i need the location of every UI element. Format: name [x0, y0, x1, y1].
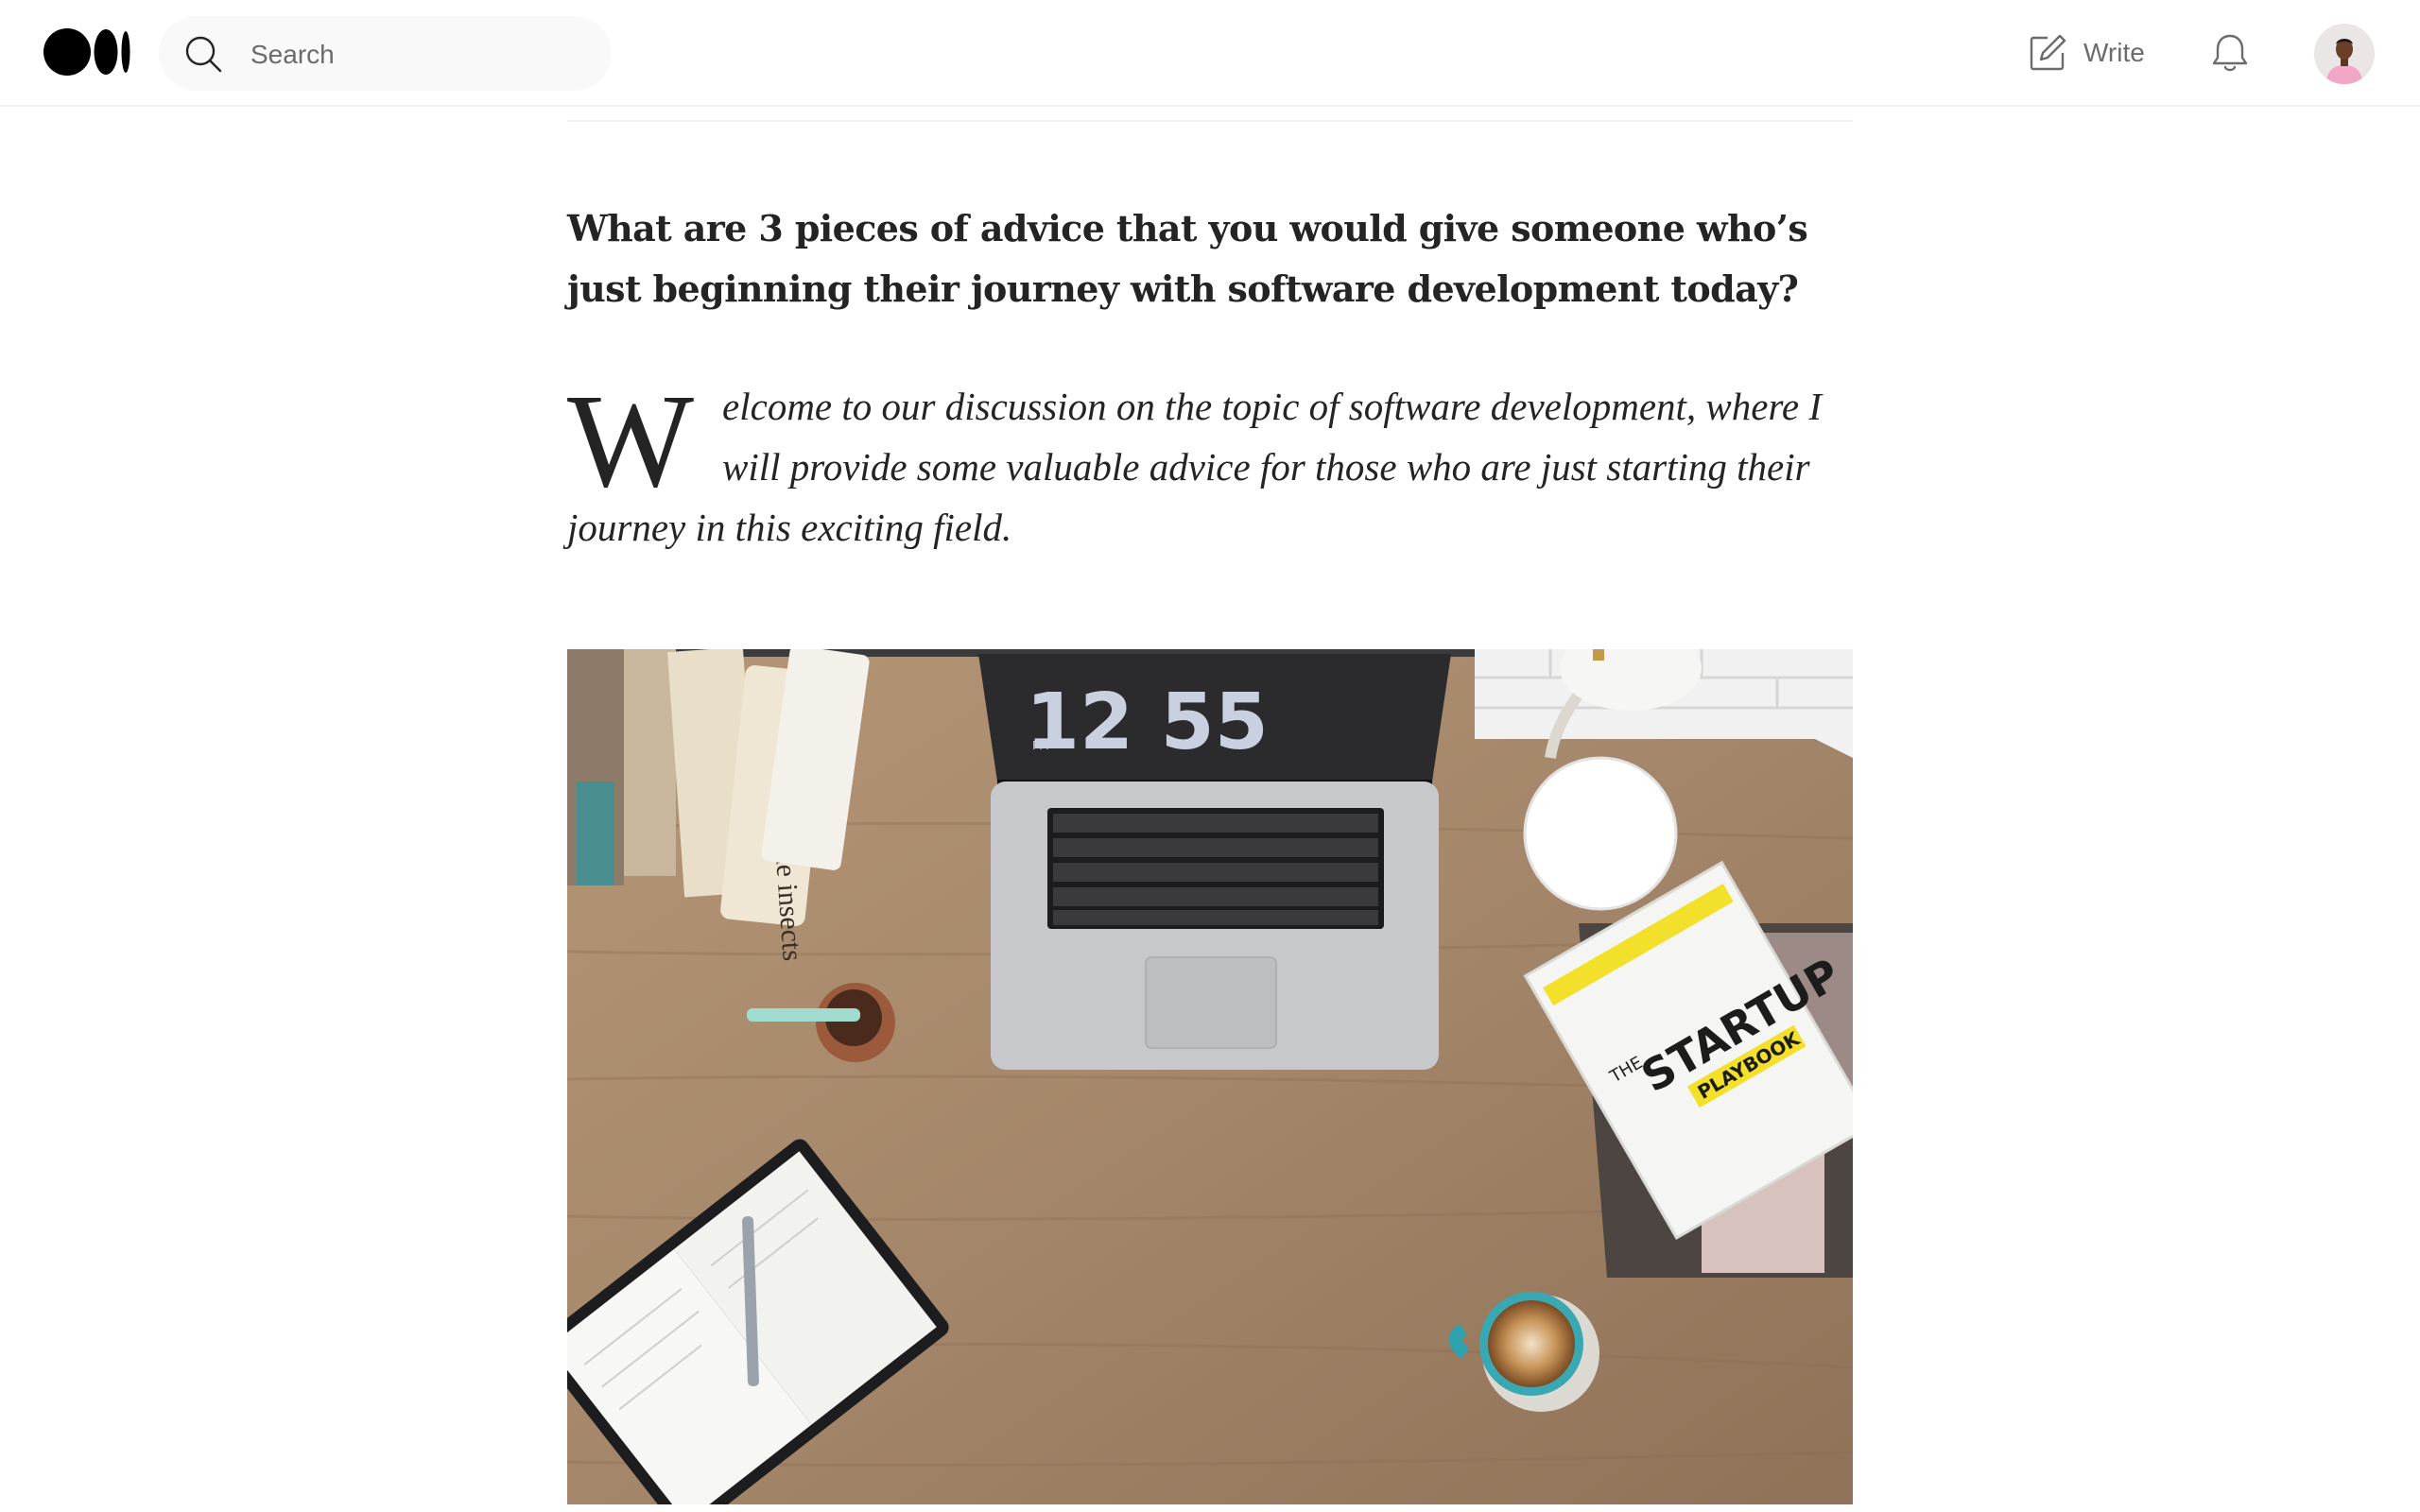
laptop: 12 55 PM: [978, 654, 1451, 1070]
drop-cap: W: [567, 366, 695, 515]
search-input[interactable]: [249, 16, 593, 93]
laptop-clock-ampm: PM: [1032, 739, 1049, 752]
article-question-heading: What are 3 pieces of advice that you wou…: [567, 207, 1808, 310]
write-button[interactable]: Write: [2027, 30, 2145, 76]
section-divider: [567, 120, 1853, 122]
write-label: Write: [2083, 38, 2145, 67]
medium-logo-icon[interactable]: [43, 28, 130, 76]
avatar-portrait-icon: [2314, 24, 2375, 84]
top-navigation-bar: Write: [0, 0, 2420, 107]
intro-text: elcome to our discussion on the topic of…: [567, 385, 1823, 549]
article-hero-image: the insects 12 55 PM THE STARTUP PLAYBOO…: [567, 649, 1853, 1504]
write-pencil-icon: [2030, 34, 2066, 71]
user-avatar[interactable]: [2314, 24, 2375, 84]
bell-icon[interactable]: [2208, 31, 2252, 75]
article-intro-paragraph: Welcome to our discussion on the topic o…: [567, 366, 1853, 558]
search-icon: [185, 36, 222, 73]
search-bar[interactable]: [159, 16, 612, 93]
laptop-clock: 12 55: [1026, 678, 1269, 767]
